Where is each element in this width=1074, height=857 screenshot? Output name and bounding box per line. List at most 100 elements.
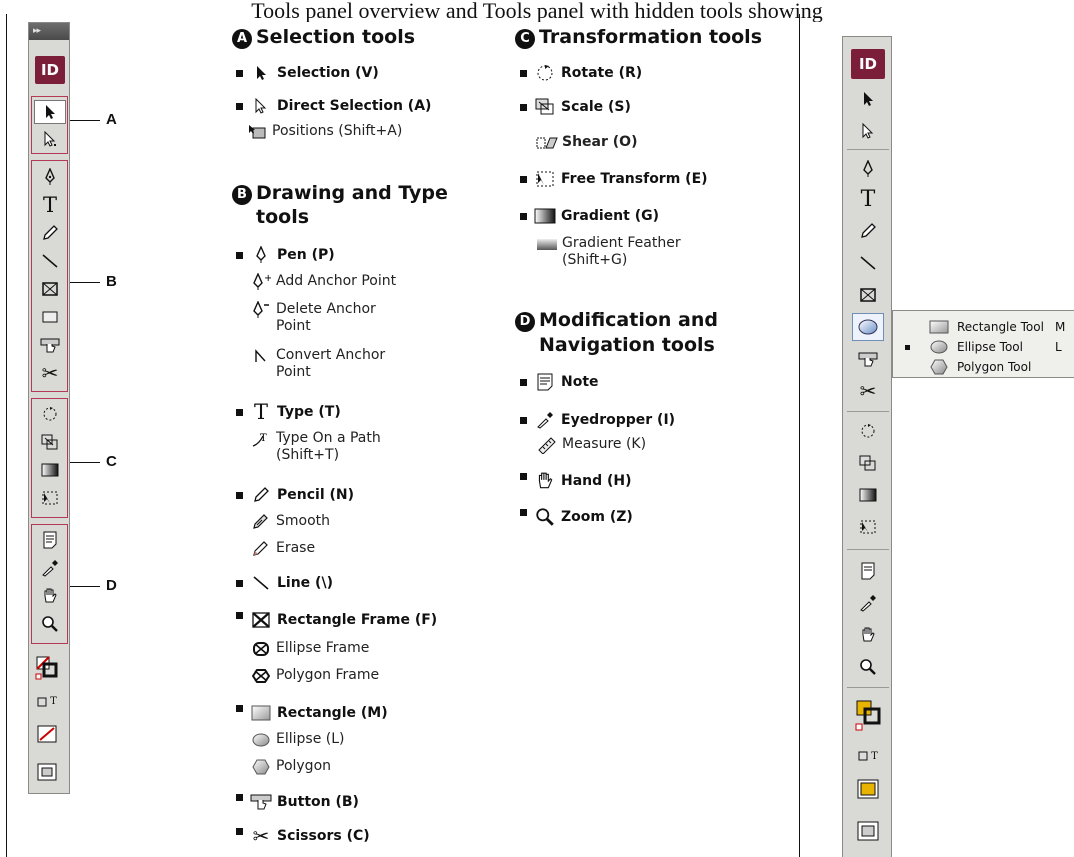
gradient-tool[interactable] <box>34 458 66 482</box>
eyedropper-tool[interactable] <box>34 556 66 580</box>
type-tool[interactable]: T <box>852 185 884 213</box>
fill-stroke-icon <box>855 700 881 731</box>
tool-entry-rectangle: Rectangle (M) <box>236 703 388 723</box>
svg-text:T: T <box>260 433 267 444</box>
pencil-tool[interactable] <box>34 221 66 245</box>
note-tool[interactable] <box>852 557 884 585</box>
button-tool[interactable] <box>34 333 66 357</box>
tool-entry-delete-anchor: Delete Anchor Point <box>250 301 376 335</box>
tool-entry-selection: Selection (V) <box>236 63 379 83</box>
section-title-modification: D Modification and <box>515 308 718 332</box>
pen-tool[interactable] <box>852 155 884 183</box>
section-title-modification-2: Navigation tools <box>539 334 715 356</box>
line-tool[interactable] <box>852 249 884 277</box>
formatting-container-toggle[interactable]: T <box>852 747 884 765</box>
tool-entry-gradient: Gradient (G) <box>520 206 659 226</box>
direct-selection-tool[interactable] <box>852 117 884 145</box>
scale-tool[interactable] <box>34 430 66 454</box>
collapse-icon[interactable]: ▸▸ <box>33 26 41 36</box>
selection-arrow-icon <box>46 105 55 119</box>
section-badge-b: B <box>232 185 252 205</box>
divider <box>847 549 889 550</box>
selection-arrow-icon <box>257 66 266 80</box>
selection-arrow-icon <box>864 92 873 106</box>
selection-tool[interactable] <box>852 85 884 113</box>
pen-tool[interactable] <box>34 165 66 189</box>
panel-collapse-bar[interactable]: ▸▸ <box>29 23 69 40</box>
free-transform-tool[interactable] <box>34 486 66 510</box>
rotate-tool[interactable] <box>852 417 884 445</box>
tool-label: Positions (Shift+A) <box>272 123 403 139</box>
gradient-tool[interactable] <box>852 481 884 509</box>
pencil-tool[interactable] <box>852 217 884 245</box>
tool-entry-pen: Pen (P) <box>236 245 335 265</box>
rectangle-icon <box>42 311 58 323</box>
zoom-icon <box>860 659 876 675</box>
tool-label: Direct Selection (A) <box>277 98 432 114</box>
rectangle-tool[interactable] <box>34 305 66 329</box>
button-tool[interactable] <box>852 345 884 373</box>
ellipse-icon <box>858 319 878 335</box>
line-icon <box>860 256 876 270</box>
direct-selection-arrow-icon <box>44 131 56 147</box>
fill-stroke-swatch[interactable] <box>31 653 63 683</box>
section-title-drawing: B Drawing and Type <box>232 181 448 205</box>
section-badge-a: A <box>232 29 252 49</box>
none-swatch-icon <box>37 725 57 743</box>
hand-tool[interactable] <box>852 621 884 649</box>
tool-entry-type: T Type (T) <box>236 400 341 424</box>
apply-none-button[interactable] <box>31 721 63 747</box>
scale-tool[interactable] <box>852 449 884 477</box>
note-icon <box>537 373 553 391</box>
ellipse-icon <box>252 733 270 747</box>
screen-mode-icon <box>857 821 879 841</box>
rotate-tool[interactable] <box>34 402 66 426</box>
zoom-tool[interactable] <box>852 653 884 681</box>
ellipse-icon <box>930 340 948 354</box>
polygon-icon <box>930 359 948 375</box>
callout-c: C <box>106 453 117 470</box>
rectangle-frame-tool[interactable] <box>852 281 884 309</box>
tool-group-d <box>31 524 68 644</box>
fill-stroke-icon <box>35 656 58 680</box>
hand-tool[interactable] <box>34 584 66 608</box>
zoom-icon <box>536 508 554 526</box>
apply-color-button[interactable] <box>852 775 884 803</box>
direct-selection-tool[interactable] <box>34 127 66 151</box>
tool-entry-gradient-feather: Gradient Feather (Shift+G) <box>536 235 681 269</box>
bullet <box>236 69 243 77</box>
line-tool[interactable] <box>34 249 66 273</box>
selection-tool[interactable] <box>34 100 66 124</box>
flyout-item-rectangle[interactable]: Rectangle Tool M <box>893 317 1074 337</box>
ellipse-tool[interactable] <box>852 313 884 341</box>
divider <box>847 149 889 150</box>
direct-selection-arrow-icon <box>255 98 267 114</box>
fill-stroke-swatch[interactable] <box>852 695 884 735</box>
formatting-container-toggle[interactable]: T <box>31 693 63 711</box>
tool-entry-rotate: Rotate (R) <box>520 63 642 83</box>
tool-entry-button: Button (B) <box>236 792 359 812</box>
tool-entry-free-transform: Free Transform (E) <box>520 169 708 189</box>
pen-icon <box>45 168 55 185</box>
screen-mode-button[interactable] <box>31 759 63 785</box>
scissors-tool[interactable]: ✂ <box>34 361 66 385</box>
hand-icon <box>538 472 553 489</box>
scissors-tool[interactable]: ✂ <box>852 377 884 405</box>
screen-mode-button[interactable] <box>852 817 884 845</box>
type-tool[interactable]: T <box>34 193 66 217</box>
free-transform-tool[interactable] <box>852 513 884 541</box>
flyout-item-ellipse[interactable]: Ellipse Tool L <box>893 337 1074 357</box>
eyedropper-tool[interactable] <box>852 589 884 617</box>
tool-entry-direct-selection: Direct Selection (A) <box>236 96 431 116</box>
flyout-item-polygon[interactable]: Polygon Tool <box>893 357 1074 377</box>
hand-icon <box>862 627 875 642</box>
scale-icon <box>41 434 58 450</box>
tool-group-c <box>31 398 68 518</box>
zoom-tool[interactable] <box>34 612 66 636</box>
tool-entry-erase: Erase <box>250 540 315 558</box>
rectangle-frame-tool[interactable] <box>34 277 66 301</box>
type-icon: T <box>253 400 268 424</box>
note-tool[interactable] <box>34 528 66 552</box>
section-badge-c: C <box>515 29 535 49</box>
text-mode-label: T <box>50 696 57 707</box>
